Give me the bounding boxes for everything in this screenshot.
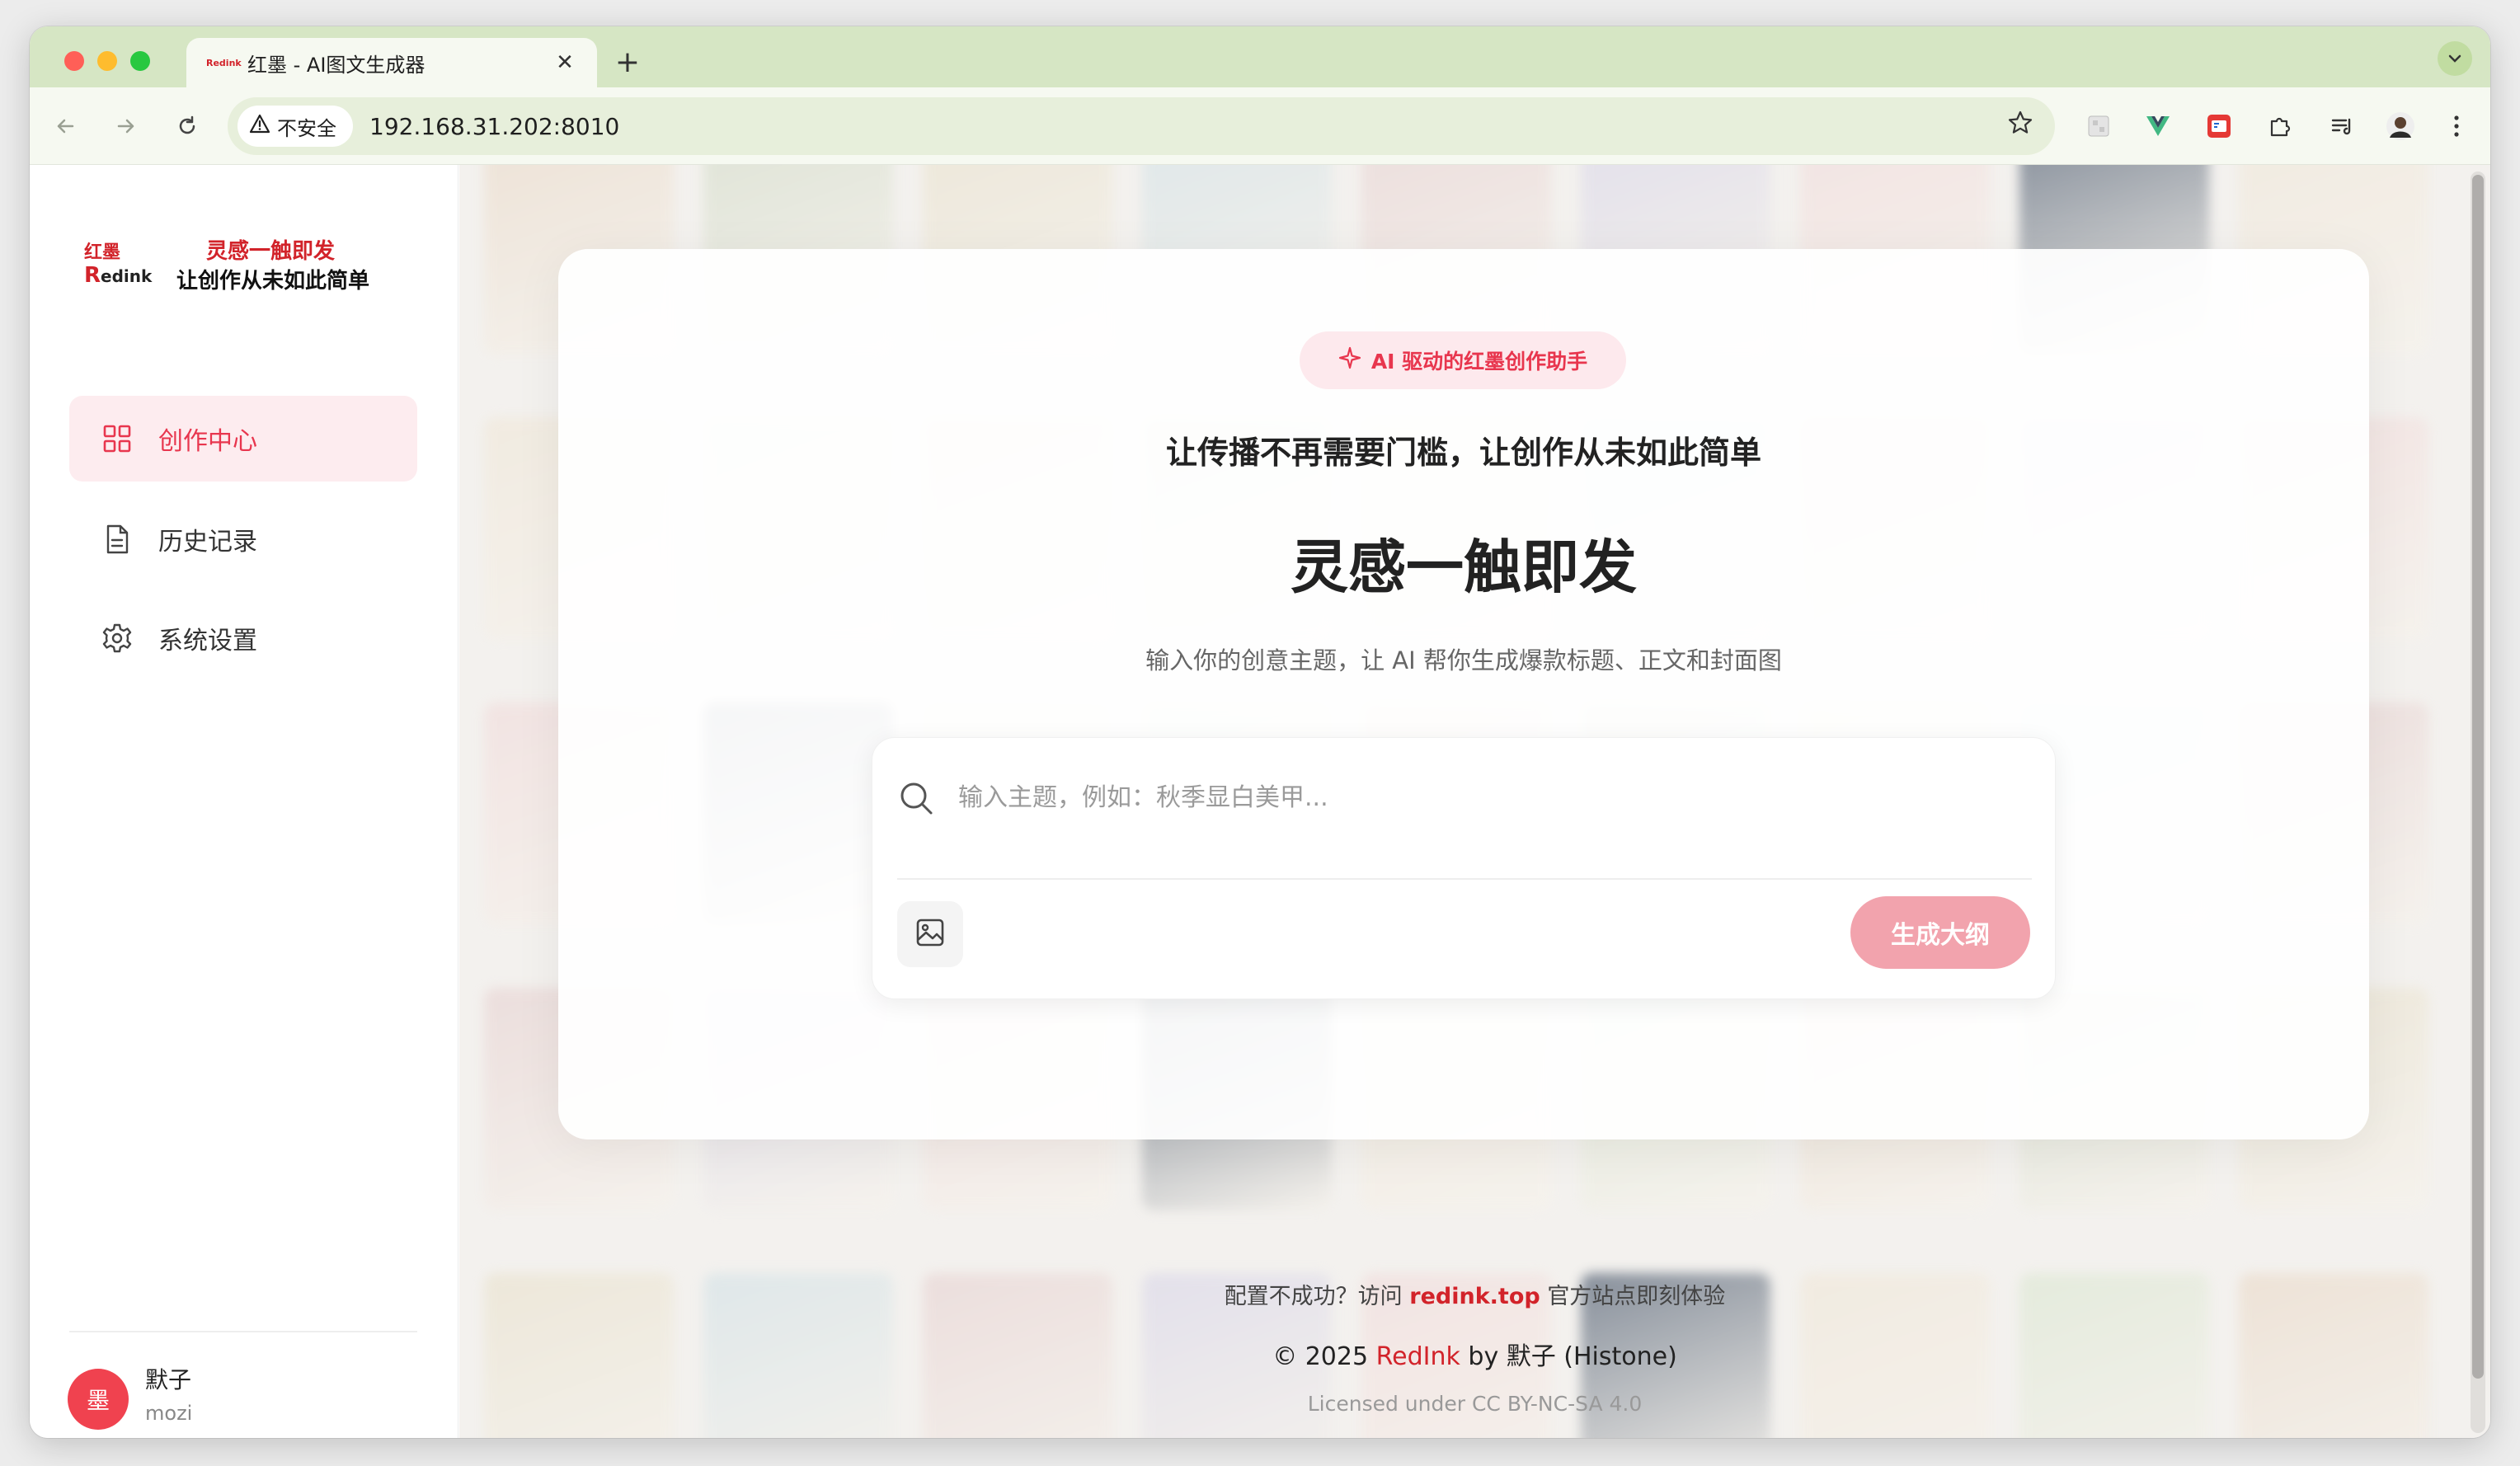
browser-toolbar: 不安全 192.168.31.202:8010: [30, 87, 2490, 165]
grid-icon: [101, 422, 134, 455]
topic-input[interactable]: [958, 771, 2014, 824]
tab-strip: Redink 红墨 - AI图文生成器 ✕ +: [30, 26, 2490, 87]
bookmark-star-icon[interactable]: [1996, 110, 2045, 143]
sidebar-item-create-center[interactable]: 创作中心: [69, 396, 417, 482]
reload-icon[interactable]: [167, 106, 208, 147]
app-root: 红墨 Redink 灵感一触即发 让创作从未如此简单 创作中心 历史记录 系统设…: [30, 165, 2490, 1438]
back-arrow-icon[interactable]: [45, 106, 86, 147]
redink-site-link[interactable]: redink.top: [1409, 1284, 1540, 1309]
brand-tagline: 让创作从未如此简单: [176, 269, 370, 294]
user-name: 默子: [145, 1366, 192, 1393]
tagline: 让传播不再需要门槛，让创作从未如此简单: [1165, 435, 1761, 471]
gear-icon: [101, 622, 134, 655]
minimize-window-button[interactable]: [97, 51, 117, 71]
avatar[interactable]: 墨: [68, 1369, 129, 1430]
fehelper-icon[interactable]: [2198, 106, 2240, 147]
brand-slogan: 灵感一触即发: [206, 239, 336, 264]
reading-list-icon[interactable]: [2322, 106, 2363, 147]
browser-tab[interactable]: Redink 红墨 - AI图文生成器 ✕: [186, 38, 597, 87]
document-icon: [101, 523, 134, 556]
footer-config-hint: 配置不成功？访问 redink.top 官方站点即刻体验: [1224, 1284, 1726, 1309]
tab-title: 红墨 - AI图文生成器: [247, 53, 425, 77]
user-id: mozi: [145, 1402, 193, 1425]
redink-logo[interactable]: 红墨 Redink: [84, 233, 152, 295]
scrollbar-thumb[interactable]: [2472, 175, 2484, 1379]
hero-title: 灵感一触即发: [1291, 533, 1637, 601]
ai-badge: AI 驱动的红墨创作助手: [1300, 331, 1626, 389]
address-bar[interactable]: 不安全 192.168.31.202:8010: [228, 97, 2055, 155]
profile-avatar-icon[interactable]: [2380, 106, 2421, 147]
security-chip[interactable]: 不安全: [237, 106, 353, 147]
hero-card: AI 驱动的红墨创作助手 让传播不再需要门槛，让创作从未如此简单 灵感一触即发 …: [558, 249, 2369, 1139]
forward-arrow-icon[interactable]: [106, 106, 147, 147]
url-text[interactable]: 192.168.31.202:8010: [369, 113, 1996, 140]
sparkle-icon: [1338, 346, 1361, 375]
main-content: AI 驱动的红墨创作助手 让传播不再需要门槛，让创作从未如此简单 灵感一触即发 …: [459, 165, 2490, 1438]
sidebar-item-label: 历史记录: [158, 528, 257, 557]
sidebar-item-settings[interactable]: 系统设置: [69, 595, 417, 681]
search-icon: [897, 779, 935, 817]
user-divider: [69, 1331, 417, 1332]
badge-text: AI 驱动的红墨创作助手: [1370, 350, 1588, 374]
browser-window: Redink 红墨 - AI图文生成器 ✕ + 不安全 192.168.31.2…: [30, 26, 2490, 1438]
upload-image-button[interactable]: [897, 901, 963, 967]
vue-devtools-icon[interactable]: [2137, 106, 2179, 147]
image-icon: [914, 917, 946, 951]
sidebar-item-label: 系统设置: [158, 627, 257, 655]
hero-subtitle: 输入你的创意主题，让 AI 帮你生成爆款标题、正文和封面图: [1145, 646, 1782, 674]
redink-favicon-icon: Redink: [206, 57, 242, 68]
tab-close-icon[interactable]: ✕: [552, 50, 577, 75]
topic-input-box: 生成大纲: [872, 737, 2056, 999]
sidebar-item-label: 创作中心: [158, 427, 257, 456]
footer-copyright: © 2025 RedInk by 默子 (Histone): [1272, 1342, 1677, 1371]
extension-qr-icon[interactable]: [2078, 106, 2119, 147]
close-window-button[interactable]: [64, 51, 84, 71]
browser-menu-icon[interactable]: [2436, 106, 2477, 147]
security-label: 不安全: [277, 116, 336, 140]
footer-license[interactable]: Licensed under CC BY-NC-SA 4.0: [459, 1392, 2490, 1416]
input-divider: [897, 878, 2032, 880]
warning-triangle-icon: [249, 114, 270, 139]
generate-outline-button[interactable]: 生成大纲: [1850, 896, 2030, 969]
sidebar: 红墨 Redink 灵感一触即发 让创作从未如此简单 创作中心 历史记录 系统设…: [30, 165, 458, 1438]
extensions-puzzle-icon[interactable]: [2259, 106, 2301, 147]
redink-brand-link[interactable]: RedInk: [1376, 1342, 1460, 1371]
tab-search-chevron-icon[interactable]: [2438, 41, 2472, 76]
new-tab-button[interactable]: +: [607, 41, 648, 82]
sidebar-item-history[interactable]: 历史记录: [69, 496, 417, 582]
maximize-window-button[interactable]: [130, 51, 150, 71]
